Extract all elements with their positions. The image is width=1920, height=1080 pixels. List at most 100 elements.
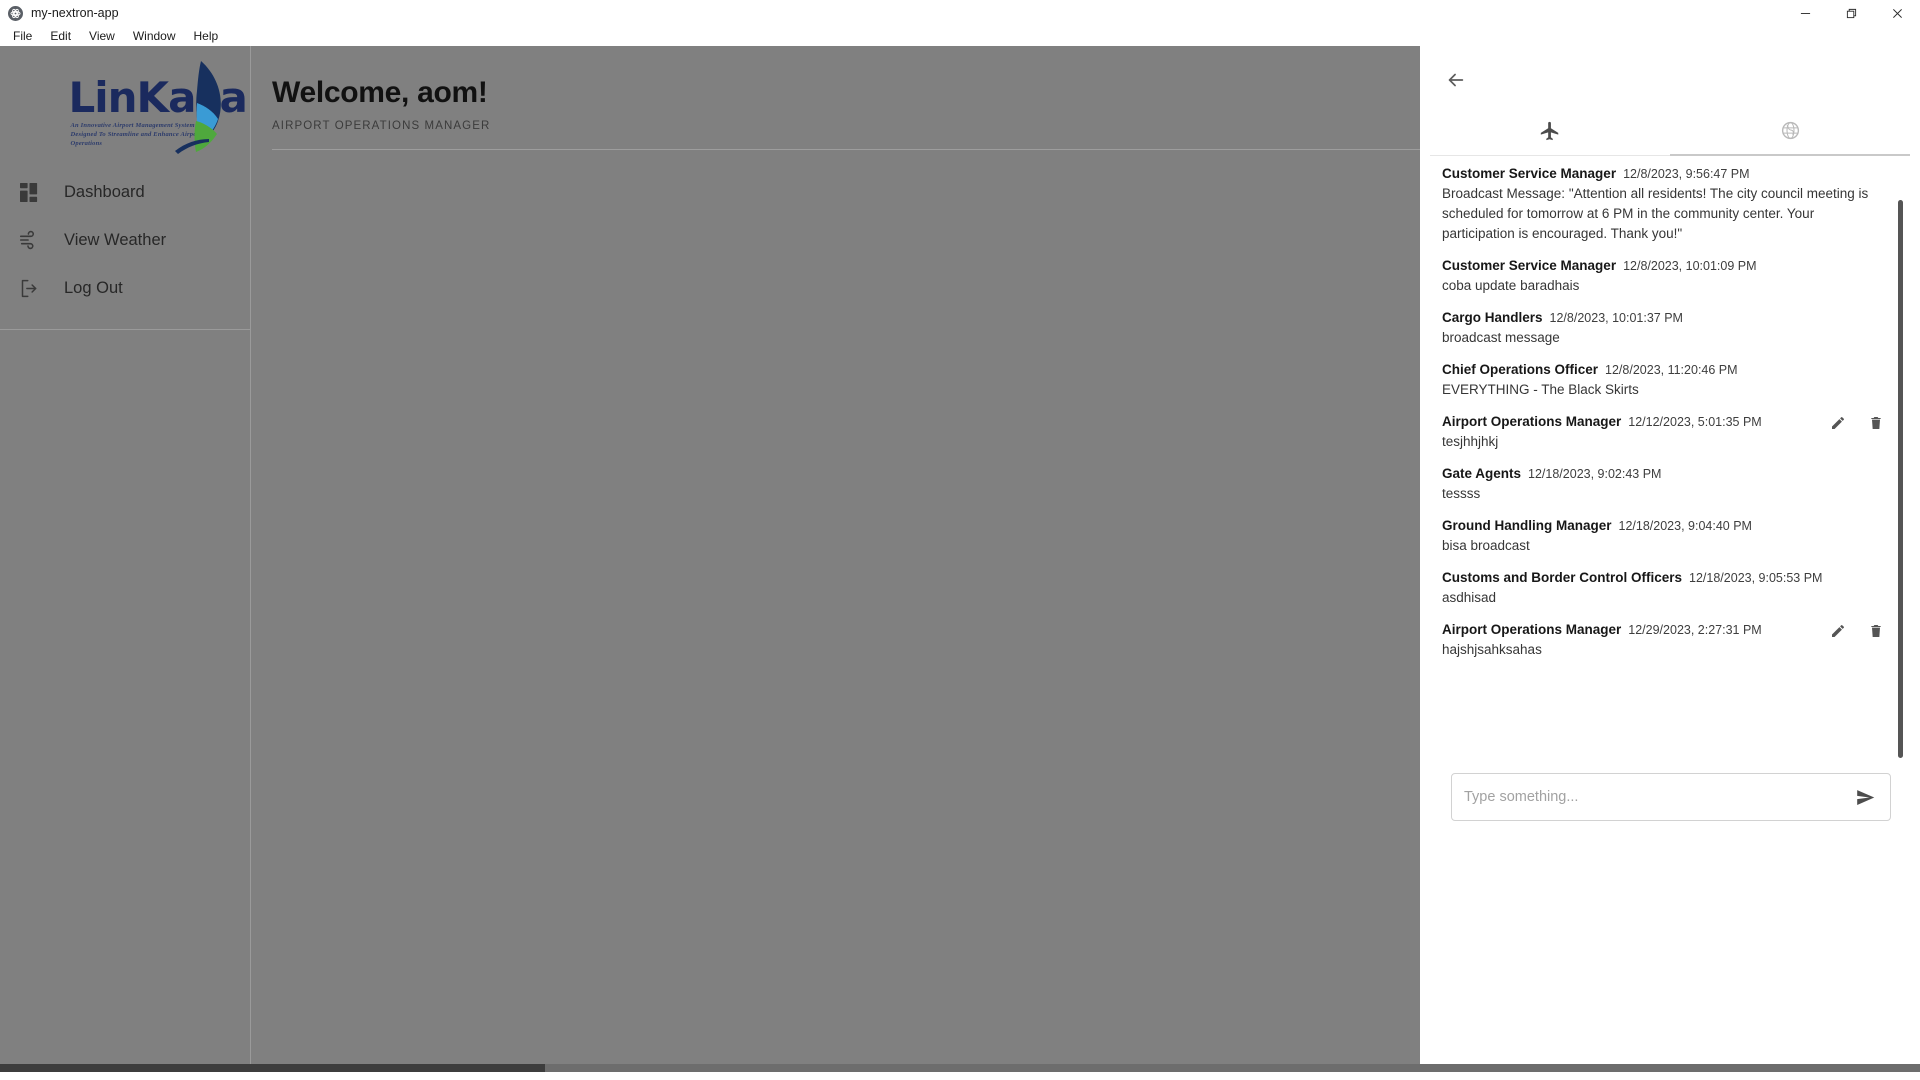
logout-icon xyxy=(16,275,42,301)
message-header: Ground Handling Manager 12/18/2023, 9:04:… xyxy=(1442,518,1884,533)
minimize-button[interactable] xyxy=(1782,0,1828,26)
message-item: Airport Operations Manager 12/12/2023, 5:… xyxy=(1430,407,1910,459)
message-item: Customs and Border Control Officers 12/18… xyxy=(1430,563,1910,615)
message-header: Airport Operations Manager 12/29/2023, 2:… xyxy=(1442,622,1884,637)
app-root: my-nextron-app File Edit View Window Hel… xyxy=(0,0,1920,1080)
sidebar-item-dashboard[interactable]: Dashboard xyxy=(0,168,251,216)
sidebar-item-log-out[interactable]: Log Out xyxy=(0,264,251,312)
send-icon xyxy=(1856,789,1874,805)
message-header: Customs and Border Control Officers 12/18… xyxy=(1442,570,1884,585)
message-list-scrollbar[interactable] xyxy=(1898,200,1903,758)
message-body: EVERYTHING - The Black Skirts xyxy=(1442,382,1639,397)
maximize-button[interactable] xyxy=(1828,0,1874,26)
message-sender: Ground Handling Manager xyxy=(1442,518,1612,533)
tab-broadcast[interactable] xyxy=(1670,106,1910,156)
horizontal-scrollbar[interactable] xyxy=(0,1064,1920,1072)
message-item: Cargo Handlers 12/8/2023, 10:01:37 PM broa… xyxy=(1430,303,1910,355)
sidebar: LinKasa An Innovative Airport Management… xyxy=(0,46,251,1072)
message-body: coba update baradhais xyxy=(1442,278,1580,293)
broadcast-message-list[interactable]: Customer Service Manager 12/8/2023, 9:56:… xyxy=(1430,159,1910,760)
trash-icon[interactable] xyxy=(1868,415,1884,431)
message-sender: Airport Operations Manager xyxy=(1442,414,1622,429)
dashboard-grid-icon xyxy=(16,179,42,205)
message-body: asdhisad xyxy=(1442,590,1497,605)
feather-logo-mark-icon xyxy=(171,59,231,160)
page-title: Welcome, aom! xyxy=(272,76,488,109)
message-header: Customer Service Manager 12/8/2023, 10:01… xyxy=(1442,258,1884,273)
message-header: Gate Agents 12/18/2023, 9:02:43 PM xyxy=(1442,466,1884,481)
sidebar-nav: Dashboard View Weather Log Out xyxy=(0,168,251,312)
message-item: Gate Agents 12/18/2023, 9:02:43 PM tessss xyxy=(1430,459,1910,511)
chat-drawer: Customer Service Manager 12/8/2023, 9:56:… xyxy=(1420,46,1920,1072)
message-timestamp: 12/18/2023, 9:05:53 PM xyxy=(1689,571,1823,585)
message-timestamp: 12/8/2023, 10:01:09 PM xyxy=(1623,259,1757,273)
message-body: tessss xyxy=(1442,486,1481,501)
pencil-icon[interactable] xyxy=(1830,415,1846,431)
message-body: hajshjsahksahas xyxy=(1442,642,1542,657)
sidebar-item-view-weather[interactable]: View Weather xyxy=(0,216,251,264)
airplane-icon xyxy=(1539,120,1561,142)
message-body: broadcast message xyxy=(1442,330,1560,345)
welcome-header: Welcome, aom! AIRPORT OPERATIONS MANAGER xyxy=(272,76,1392,132)
sidebar-divider xyxy=(0,329,251,330)
back-button[interactable] xyxy=(1436,62,1476,102)
message-item: Customer Service Manager 12/8/2023, 10:01… xyxy=(1430,251,1910,303)
menu-item-help[interactable]: Help xyxy=(185,27,228,45)
message-sender: Customer Service Manager xyxy=(1442,258,1617,273)
menu-item-file[interactable]: File xyxy=(4,27,41,45)
message-body: tesjhhjhkj xyxy=(1442,434,1499,449)
message-item: Airport Operations Manager 12/29/2023, 2:… xyxy=(1430,615,1910,667)
window-controls xyxy=(1782,0,1920,26)
menu-item-edit[interactable]: Edit xyxy=(41,27,80,45)
message-timestamp: 12/29/2023, 2:27:31 PM xyxy=(1628,623,1762,637)
message-header: Cargo Handlers 12/8/2023, 10:01:37 PM xyxy=(1442,310,1884,325)
menu-bar: File Edit View Window Help xyxy=(0,26,1920,46)
menu-item-view[interactable]: View xyxy=(80,27,124,45)
sidebar-item-label: Dashboard xyxy=(64,182,145,201)
sidebar-item-label: View Weather xyxy=(64,230,167,249)
user-role-label: AIRPORT OPERATIONS MANAGER xyxy=(272,120,491,132)
message-sender: Chief Operations Officer xyxy=(1442,362,1599,377)
globe-icon xyxy=(1780,120,1801,141)
message-timestamp: 12/8/2023, 10:01:37 PM xyxy=(1549,311,1683,325)
message-header: Chief Operations Officer 12/8/2023, 11:20… xyxy=(1442,362,1884,377)
message-timestamp: 12/8/2023, 9:56:47 PM xyxy=(1623,167,1750,181)
sidebar-item-label: Log Out xyxy=(64,278,123,297)
message-sender: Customer Service Manager xyxy=(1442,166,1617,181)
message-timestamp: 12/18/2023, 9:02:43 PM xyxy=(1528,467,1662,481)
message-sender: Gate Agents xyxy=(1442,466,1522,481)
trash-icon[interactable] xyxy=(1868,623,1884,639)
message-body: Broadcast Message: "Attention all reside… xyxy=(1442,186,1869,241)
message-sender: Cargo Handlers xyxy=(1442,310,1543,325)
message-composer xyxy=(1451,773,1891,821)
message-item: Chief Operations Officer 12/8/2023, 11:20… xyxy=(1430,355,1910,407)
tab-flights[interactable] xyxy=(1430,106,1670,156)
message-header: Customer Service Manager 12/8/2023, 9:56:… xyxy=(1442,166,1884,181)
message-sender: Customs and Border Control Officers xyxy=(1442,570,1683,585)
page-body: LinKasa An Innovative Airport Management… xyxy=(0,46,1920,1072)
message-actions xyxy=(1830,623,1884,639)
message-timestamp: 12/12/2023, 5:01:35 PM xyxy=(1628,415,1762,429)
message-input[interactable] xyxy=(1464,789,1852,805)
send-button[interactable] xyxy=(1852,784,1878,810)
chat-tabs xyxy=(1430,106,1910,156)
window-app-identity: my-nextron-app xyxy=(0,5,119,21)
header-divider xyxy=(272,149,1420,150)
message-item: Ground Handling Manager 12/18/2023, 9:04:… xyxy=(1430,511,1910,563)
window-titlebar: my-nextron-app xyxy=(0,0,1920,26)
window-title: my-nextron-app xyxy=(31,6,119,20)
close-button[interactable] xyxy=(1874,0,1920,26)
menu-item-window[interactable]: Window xyxy=(124,27,185,45)
message-actions xyxy=(1830,415,1884,431)
message-item: Customer Service Manager 12/8/2023, 9:56:… xyxy=(1430,159,1910,251)
message-timestamp: 12/8/2023, 11:20:46 PM xyxy=(1605,363,1738,377)
message-header: Airport Operations Manager 12/12/2023, 5:… xyxy=(1442,414,1884,429)
arrow-left-icon xyxy=(1445,69,1467,96)
brand-logo: LinKasa An Innovative Airport Management… xyxy=(0,54,251,159)
wind-icon xyxy=(16,227,42,253)
horizontal-scrollbar-thumb[interactable] xyxy=(0,1064,545,1072)
message-timestamp: 12/18/2023, 9:04:40 PM xyxy=(1618,519,1752,533)
pencil-icon[interactable] xyxy=(1830,623,1846,639)
message-sender: Airport Operations Manager xyxy=(1442,622,1622,637)
app-icon xyxy=(8,5,23,21)
